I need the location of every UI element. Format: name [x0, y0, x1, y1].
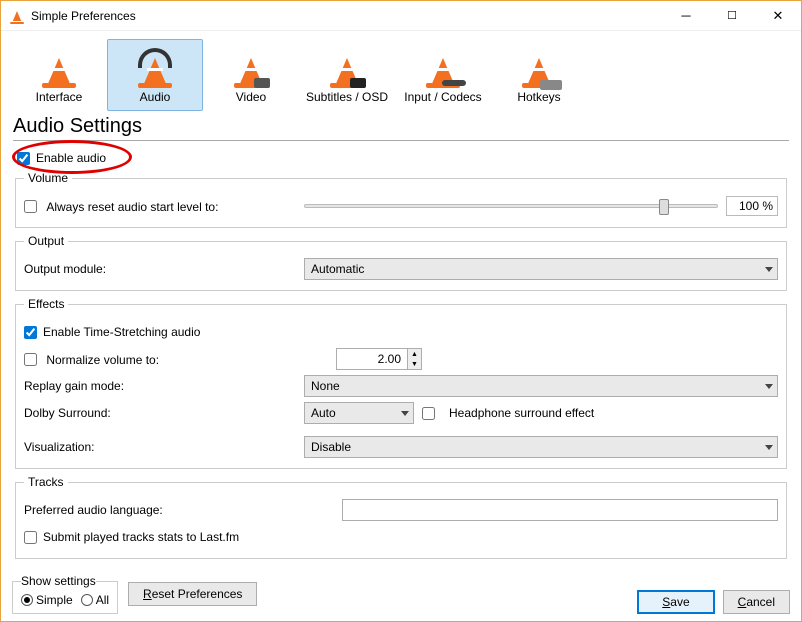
- group-volume-legend: Volume: [24, 171, 72, 185]
- tab-interface-label: Interface: [12, 90, 106, 104]
- dolby-label: Dolby Surround:: [24, 406, 304, 420]
- group-output-legend: Output: [24, 234, 68, 248]
- enable-audio-checkbox[interactable]: [17, 152, 30, 165]
- tab-interface[interactable]: Interface: [11, 39, 107, 111]
- normalize-label: Normalize volume to:: [46, 352, 159, 366]
- tab-hotkeys[interactable]: Hotkeys: [491, 39, 587, 111]
- titlebar: Simple Preferences ─ ☐ ✕: [1, 1, 801, 31]
- reset-preferences-button[interactable]: Reset Preferences: [128, 582, 257, 606]
- normalize-value: 2.00: [337, 352, 407, 366]
- show-settings-legend: Show settings: [21, 574, 96, 588]
- preferred-language-input[interactable]: [342, 499, 778, 521]
- dolby-value: Auto: [311, 406, 336, 420]
- normalize-checkbox[interactable]: [24, 353, 37, 366]
- group-output: Output Output module: Automatic: [15, 234, 787, 291]
- show-settings-group: Show settings Simple All: [12, 574, 118, 614]
- save-button[interactable]: Save: [637, 590, 714, 614]
- timestretch-label: Enable Time-Stretching audio: [43, 325, 200, 339]
- replay-gain-label: Replay gain mode:: [24, 379, 304, 393]
- radio-all[interactable]: [81, 594, 93, 606]
- tab-subtitles-label: Subtitles / OSD: [300, 90, 394, 104]
- dolby-select[interactable]: Auto: [304, 402, 414, 424]
- preferred-language-label: Preferred audio language:: [24, 503, 342, 517]
- tab-audio[interactable]: Audio: [107, 39, 203, 111]
- window-title: Simple Preferences: [31, 9, 663, 23]
- group-tracks: Tracks Preferred audio language: Submit …: [15, 475, 787, 559]
- visualization-value: Disable: [311, 440, 351, 454]
- chevron-down-icon: [401, 411, 409, 416]
- close-button[interactable]: ✕: [755, 1, 801, 31]
- radio-simple[interactable]: [21, 594, 33, 606]
- output-module-select[interactable]: Automatic: [304, 258, 778, 280]
- vlc-app-icon: [9, 8, 25, 24]
- timestretch-checkbox[interactable]: [24, 326, 37, 339]
- tab-input-label: Input / Codecs: [396, 90, 490, 104]
- group-effects-legend: Effects: [24, 297, 68, 311]
- output-module-label: Output module:: [24, 262, 304, 276]
- chevron-down-icon: [765, 445, 773, 450]
- stepper-down-icon[interactable]: ▼: [408, 359, 421, 369]
- visualization-label: Visualization:: [24, 440, 304, 454]
- replay-gain-select[interactable]: None: [304, 375, 778, 397]
- start-level-slider[interactable]: [304, 204, 718, 208]
- visualization-select[interactable]: Disable: [304, 436, 778, 458]
- group-volume: Volume Always reset audio start level to…: [15, 171, 787, 228]
- chevron-down-icon: [765, 384, 773, 389]
- slider-thumb[interactable]: [659, 199, 669, 215]
- start-level-value: 100 %: [726, 196, 778, 216]
- headphone-checkbox[interactable]: [422, 407, 435, 420]
- radio-simple-label: Simple: [36, 593, 73, 607]
- radio-all-label: All: [96, 593, 109, 607]
- tab-hotkeys-label: Hotkeys: [492, 90, 586, 104]
- replay-gain-value: None: [311, 379, 340, 393]
- headphone-label: Headphone surround effect: [449, 406, 594, 420]
- always-reset-checkbox[interactable]: [24, 200, 37, 213]
- enable-audio-label: Enable audio: [36, 151, 106, 165]
- lastfm-checkbox[interactable]: [24, 531, 37, 544]
- always-reset-label: Always reset audio start level to:: [46, 199, 218, 213]
- group-effects: Effects Enable Time-Stretching audio Nor…: [15, 297, 787, 469]
- output-module-value: Automatic: [311, 262, 364, 276]
- tab-subtitles[interactable]: Subtitles / OSD: [299, 39, 395, 111]
- tab-audio-label: Audio: [108, 90, 202, 104]
- cancel-button[interactable]: Cancel: [723, 590, 790, 614]
- maximize-button[interactable]: ☐: [709, 1, 755, 31]
- tab-video[interactable]: Video: [203, 39, 299, 111]
- group-tracks-legend: Tracks: [24, 475, 68, 489]
- stepper-up-icon[interactable]: ▲: [408, 349, 421, 359]
- normalize-value-stepper[interactable]: 2.00 ▲▼: [336, 348, 422, 370]
- page-title: Audio Settings: [13, 115, 789, 141]
- minimize-button[interactable]: ─: [663, 1, 709, 31]
- tab-input-codecs[interactable]: Input / Codecs: [395, 39, 491, 111]
- chevron-down-icon: [765, 267, 773, 272]
- category-tabstrip: Interface Audio Video Subtitles / OSD In…: [1, 31, 801, 111]
- lastfm-label: Submit played tracks stats to Last.fm: [43, 530, 239, 544]
- tab-video-label: Video: [204, 90, 298, 104]
